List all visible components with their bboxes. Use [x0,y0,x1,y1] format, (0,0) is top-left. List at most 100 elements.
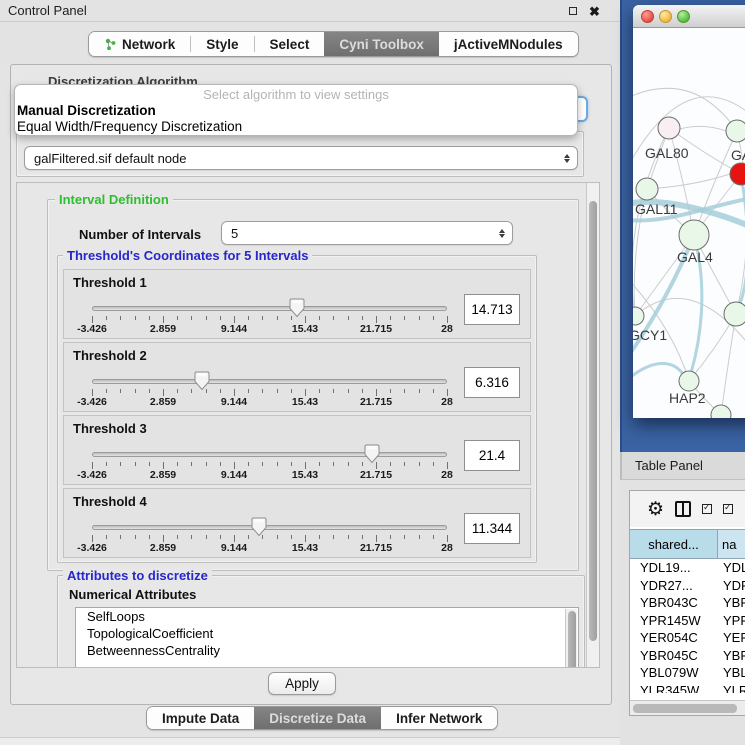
threshold-value-field[interactable]: 6.316 [464,367,520,398]
mac-close-button[interactable] [641,10,654,23]
threshold-slider-thumb[interactable] [364,444,380,464]
network-node[interactable] [636,178,658,200]
tick-mark [362,389,363,393]
table-row[interactable]: YBL079WYBL0 [630,664,745,682]
table-data-combo[interactable]: galFiltered.sif default node [24,146,578,170]
threshold-slider-thumb[interactable] [289,298,305,318]
threshold-slider-track[interactable] [92,452,447,457]
network-node[interactable] [679,371,699,391]
tick-mark [447,462,448,469]
bottom-tab-infer-network[interactable]: Infer Network [381,707,497,729]
attribute-list-item[interactable]: TopologicalCoefficient [76,625,578,642]
close-button[interactable]: ✖ [589,5,602,18]
threshold-value-field[interactable]: 21.4 [464,440,520,471]
num-intervals-combo[interactable]: 5 [221,221,513,245]
network-node[interactable] [679,220,709,250]
tick-label: 9.144 [221,396,247,408]
network-node[interactable] [658,117,680,139]
tick-mark [92,535,93,542]
table-header-row: shared... na [630,529,745,559]
tab-select[interactable]: Select [255,32,325,56]
float-window-button[interactable] [567,5,580,18]
apply-button[interactable]: Apply [268,672,336,695]
threshold-value-field[interactable]: 14.713 [464,294,520,325]
bottom-tab-impute-data[interactable]: Impute Data [147,707,254,729]
tick-mark [305,389,306,396]
dropdown-item[interactable]: Manual Discretization [15,103,577,119]
tab-label: Style [206,37,238,52]
table-panel-area: ⚙ shared... na YDL19...YDL1YDR27...YDR2Y… [620,480,745,745]
network-edge[interactable] [721,314,736,415]
network-node[interactable] [730,163,745,185]
attribute-list-item[interactable]: SelfLoops [76,608,578,625]
column-header-name[interactable]: na [718,529,745,559]
tab-style[interactable]: Style [191,32,253,56]
checkbox-icon[interactable] [702,504,712,514]
table-row[interactable]: YPR145WYPR1 [630,612,745,630]
float-icon [569,7,577,15]
tab-cyni-toolbox[interactable]: Cyni Toolbox [324,32,439,56]
tick-mark [447,316,448,323]
network-window-titlebar[interactable] [633,5,745,28]
threshold-slider-thumb[interactable] [194,371,210,391]
tick-mark [419,316,420,320]
table-data-combo-value: galFiltered.sif default node [34,151,186,166]
network-edge-highlighted[interactable] [633,363,683,380]
tick-label: 28 [441,396,453,408]
table-row[interactable]: YER054CYER0 [630,629,745,647]
threshold-slider-thumb[interactable] [251,517,267,537]
table-row[interactable]: YBR043CYBR0 [630,594,745,612]
network-canvas[interactable]: GAL80GACGAL11GAL4GCY1HHAP2 [633,28,745,418]
column-header-shared[interactable]: shared... [630,529,718,559]
network-edge[interactable] [680,126,726,131]
cell-name: YBR0 [718,648,745,663]
tab-label: Cyni Toolbox [339,37,424,52]
table-row[interactable]: YBR045CYBR0 [630,647,745,665]
mac-zoom-button[interactable] [677,10,690,23]
tick-mark [262,462,263,466]
network-edge[interactable] [633,88,737,131]
table-row[interactable]: YDR27...YDR2 [630,577,745,595]
table-horizontal-scrollbar[interactable] [630,700,745,715]
tick-mark [390,535,391,539]
tick-mark [376,535,377,542]
threshold-slider-track[interactable] [92,379,447,384]
columns-icon[interactable] [675,501,691,517]
threshold-panel-3: Threshold 3-3.4262.8599.14415.4321.71528… [63,415,531,485]
mac-minimize-button[interactable] [659,10,672,23]
tick-label: 2.859 [150,542,176,554]
tab-network[interactable]: Network [89,32,190,56]
tick-mark [433,462,434,466]
node-table: ⚙ shared... na YDL19...YDL1YDR27...YDR2Y… [629,490,745,716]
tick-label: 15.43 [292,542,318,554]
scrollbar-thumb[interactable] [589,201,597,641]
settings-panel-scrollbar[interactable] [586,183,599,667]
node-label: GAL11 [635,201,678,217]
scrollbar-thumb[interactable] [633,704,737,713]
network-node[interactable] [724,302,745,326]
tick-mark [220,389,221,393]
network-node[interactable] [726,120,745,142]
attributes-list-scrollbar[interactable] [565,609,577,668]
scrollbar-thumb[interactable] [568,611,576,668]
tick-mark [92,316,93,323]
attribute-list-item[interactable]: BetweennessCentrality [76,642,578,659]
gear-icon[interactable]: ⚙ [647,500,664,519]
network-node[interactable] [711,405,731,418]
dropdown-item[interactable]: Equal Width/Frequency Discretization [15,119,577,135]
tab-jactivemnodules[interactable]: jActiveMNodules [439,32,578,56]
table-row[interactable]: YDL19...YDL1 [630,559,745,577]
threshold-value-field[interactable]: 11.344 [464,513,520,544]
tick-mark [291,462,292,466]
combo-arrows-icon [564,147,570,169]
tick-mark [348,462,349,466]
tick-mark [163,462,164,469]
tab-label: Network [122,37,175,52]
tick-mark [447,389,448,396]
checkbox-icon[interactable] [723,504,733,514]
table-row[interactable]: YLR345WYLR3 [630,682,745,694]
bottom-tab-discretize-data[interactable]: Discretize Data [254,707,381,729]
threshold-slider-track[interactable] [92,306,447,311]
threshold-slider-track[interactable] [92,525,447,530]
tick-label: 21.715 [360,396,392,408]
